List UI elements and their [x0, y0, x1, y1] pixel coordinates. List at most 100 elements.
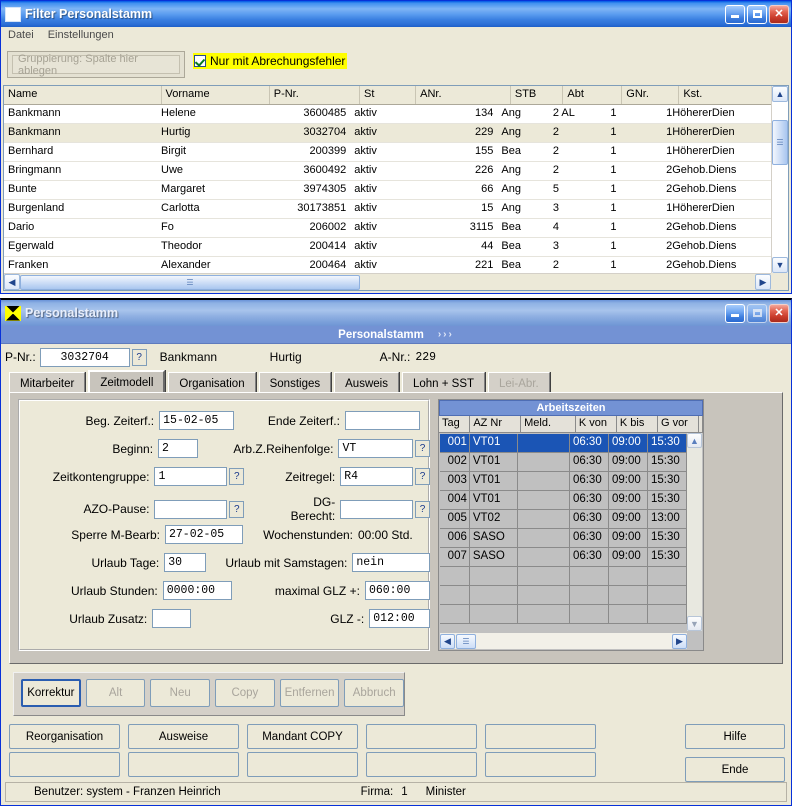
az-table-row[interactable]: [440, 567, 687, 586]
bottom-button-empty-0[interactable]: [9, 752, 120, 777]
menu-item-einstellungen[interactable]: Einstellungen: [48, 29, 114, 41]
scroll-down-icon[interactable]: ▼: [772, 257, 788, 273]
az-column-header-tag[interactable]: Tag: [439, 416, 471, 432]
pnr-input[interactable]: 3032704: [39, 347, 130, 367]
pnr-lookup-button[interactable]: ?: [131, 348, 147, 366]
bottom-button-mandant-copy[interactable]: Mandant COPY: [247, 724, 358, 749]
glz-minus-input[interactable]: 012:00: [369, 609, 430, 628]
arbz-reihenfolge-lookup-button[interactable]: ?: [415, 440, 430, 457]
arbeitszeiten-hscrollbar[interactable]: ◀ ☰ ▶: [440, 633, 687, 649]
az-table-row[interactable]: [440, 605, 687, 624]
right-button-hilfe[interactable]: Hilfe: [685, 724, 785, 749]
maximize-button[interactable]: [747, 4, 767, 24]
azo-pause-lookup-button[interactable]: ?: [229, 500, 245, 518]
dg-berecht-input[interactable]: [340, 499, 413, 519]
arbz-reihenfolge-input[interactable]: VT: [338, 439, 413, 458]
minimize-button-2[interactable]: [725, 303, 745, 323]
maximize-button-2[interactable]: [747, 303, 767, 323]
urlaub-zusatz-input[interactable]: [152, 609, 192, 628]
column-header-anr[interactable]: ANr.: [416, 86, 511, 104]
scroll-up-icon[interactable]: ▲: [772, 86, 788, 102]
hscroll-thumb[interactable]: ☰: [20, 274, 360, 290]
ende-zeiterf-input[interactable]: [344, 411, 420, 430]
filter-window-titlebar[interactable]: Filter Personalstamm ✕: [1, 1, 791, 27]
zeitregel-input[interactable]: R4: [340, 467, 413, 486]
column-header-stb[interactable]: STB: [511, 86, 564, 104]
az-table-row[interactable]: [440, 586, 687, 605]
az-column-header-aznr[interactable]: AZ Nr: [470, 416, 522, 432]
table-row[interactable]: Bringmann Uwe 3600492 aktiv 226 Ang 2 1 2Gehob.D…: [4, 162, 771, 181]
az-table-row[interactable]: 004 VT01 06:30 09:00 15:30: [440, 491, 687, 510]
az-column-header-gvon[interactable]: G vor: [658, 416, 700, 432]
grouping-dropzone[interactable]: Gruppierung: Spalte hier ablegen: [7, 51, 185, 78]
bottom-button-ausweise[interactable]: Ausweise: [128, 724, 239, 749]
table-row[interactable]: Bankmann Helene 3600485 aktiv 134 Ang 2 AL 1 1Hö…: [4, 105, 771, 124]
arbeitszeiten-vscrollbar[interactable]: ▲ ▼: [687, 433, 702, 631]
column-header-name[interactable]: Name: [4, 86, 162, 104]
beginn-input[interactable]: 2: [158, 439, 199, 458]
table-row[interactable]: Bernhard Birgit 200399 aktiv 155 Bea 2 1 1Höhere…: [4, 143, 771, 162]
menu-item-datei[interactable]: Datei: [8, 29, 34, 41]
tab-zeitmodell[interactable]: Zeitmodell: [88, 370, 166, 394]
column-header-gnr[interactable]: GNr.: [622, 86, 680, 104]
zeitkontengruppe-input[interactable]: 1: [154, 467, 228, 486]
tab-lohn-sst[interactable]: Lohn + SST: [401, 372, 486, 394]
azo-pause-input[interactable]: [154, 499, 228, 519]
table-row[interactable]: Bankmann Hurtig 3032704 aktiv 229 Ang 2 1 1Höher…: [4, 124, 771, 143]
sperre-input[interactable]: 27-02-05: [165, 525, 243, 544]
close-button[interactable]: ✕: [769, 4, 789, 24]
bottom-button-empty-2[interactable]: [247, 752, 358, 777]
bottom-button-empty-1[interactable]: [128, 752, 239, 777]
tab-organisation[interactable]: Organisation: [168, 372, 256, 394]
az-column-header-kbis[interactable]: K bis: [617, 416, 658, 432]
urlaub-tage-input[interactable]: 30: [164, 553, 207, 572]
beg-zeiterf-input[interactable]: 15-02-05: [159, 411, 235, 430]
table-row[interactable]: Bunte Margaret 3974305 aktiv 66 Ang 5 1 2Gehob.D…: [4, 181, 771, 200]
bottom-button-empty-3[interactable]: [366, 724, 477, 749]
personal-grid-body[interactable]: Bankmann Helene 3600485 aktiv 134 Ang 2 AL 1 1Hö…: [4, 105, 771, 273]
personal-grid-hscrollbar[interactable]: ◀ ☰ ▶: [4, 273, 771, 290]
az-scroll-right-icon[interactable]: ▶: [672, 633, 687, 649]
urlaub-stunden-input[interactable]: 0000:00: [162, 581, 232, 600]
close-button-2[interactable]: ✕: [769, 303, 789, 323]
az-scroll-up-icon[interactable]: ▲: [687, 433, 702, 448]
max-glz-plus-input[interactable]: 060:00: [364, 581, 431, 600]
column-header-vorname[interactable]: Vorname: [162, 86, 270, 104]
column-header-kst[interactable]: Kst.: [679, 86, 784, 104]
personalstamm-titlebar[interactable]: Personalstamm ✕: [1, 300, 791, 326]
table-row[interactable]: Egerwald Theodor 200414 aktiv 44 Bea 3 1 2Gehob.…: [4, 238, 771, 257]
az-table-row[interactable]: 001 VT01 06:30 09:00 15:30: [440, 434, 687, 453]
tab-sonstiges[interactable]: Sonstiges: [258, 372, 332, 394]
zeitregel-lookup-button[interactable]: ?: [415, 468, 430, 485]
arbeitszeiten-body[interactable]: 001 VT01 06:30 09:00 15:30 002 VT01 06:30 09:00 1…: [440, 434, 687, 632]
tab-mitarbeiter[interactable]: Mitarbeiter: [9, 372, 86, 394]
vscroll-thumb[interactable]: ☰: [772, 120, 788, 165]
az-table-row[interactable]: 006 SASO 06:30 09:00 15:30: [440, 529, 687, 548]
bottom-button-empty-3[interactable]: [366, 752, 477, 777]
action-button-korrektur[interactable]: Korrektur: [21, 679, 81, 707]
column-header-pnr[interactable]: P-Nr.: [270, 86, 360, 104]
az-table-row[interactable]: 002 VT01 06:30 09:00 15:30: [440, 453, 687, 472]
personal-grid-vscrollbar[interactable]: ▲ ☰ ▼: [771, 86, 788, 273]
bottom-button-reorganisation[interactable]: Reorganisation: [9, 724, 120, 749]
zeitkontengruppe-lookup-button[interactable]: ?: [229, 468, 245, 485]
az-scroll-down-icon[interactable]: ▼: [687, 616, 702, 631]
column-header-st[interactable]: St: [360, 86, 417, 104]
column-header-abt[interactable]: Abt: [563, 86, 623, 104]
table-row[interactable]: Burgenland Carlotta 30173851 aktiv 15 Ang 3 1 1H…: [4, 200, 771, 219]
az-table-row[interactable]: 007 SASO 06:30 09:00 15:30: [440, 548, 687, 567]
right-button-ende[interactable]: Ende: [685, 757, 785, 782]
table-row[interactable]: Dario Fo 206002 aktiv 3115 Bea 4 1 2Gehob.Diens: [4, 219, 771, 238]
scroll-left-icon[interactable]: ◀: [4, 274, 20, 290]
az-table-row[interactable]: 003 VT01 06:30 09:00 15:30: [440, 472, 687, 491]
abrechnungsfehler-checkbox-row[interactable]: Nur mit Abrechungsfehler: [193, 53, 348, 69]
az-column-header-meld[interactable]: Meld.: [521, 416, 576, 432]
bottom-button-empty-4[interactable]: [485, 752, 596, 777]
urlaub-samstagen-input[interactable]: nein: [352, 553, 431, 572]
scroll-right-icon[interactable]: ▶: [755, 274, 771, 290]
check-icon[interactable]: [194, 55, 206, 67]
az-table-row[interactable]: 005 VT02 06:30 09:00 13:00: [440, 510, 687, 529]
az-column-header-kvon[interactable]: K von: [576, 416, 617, 432]
az-hscroll-thumb[interactable]: ☰: [456, 633, 476, 649]
tab-ausweis[interactable]: Ausweis: [334, 372, 399, 394]
